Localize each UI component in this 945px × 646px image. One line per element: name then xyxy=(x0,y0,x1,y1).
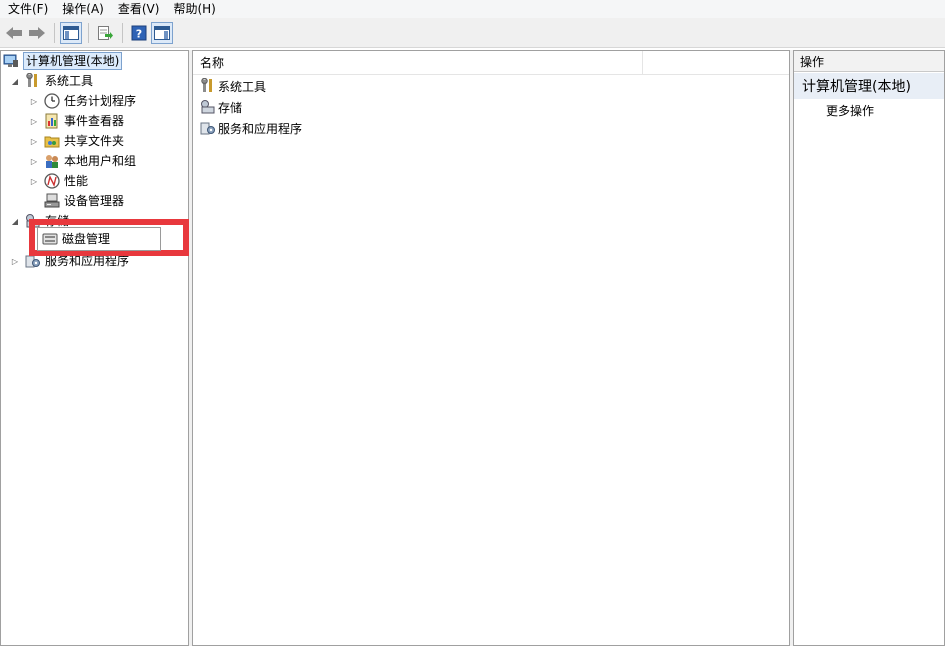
export-list-button[interactable] xyxy=(94,22,116,44)
collapse-arrow-icon[interactable]: ◢ xyxy=(9,215,21,227)
menu-bar: 文件(F) 操作(A) 查看(V) 帮助(H) xyxy=(0,0,945,18)
menu-view[interactable]: 查看(V) xyxy=(118,1,160,17)
menu-help[interactable]: 帮助(H) xyxy=(173,1,215,17)
show-hide-action-pane-button[interactable] xyxy=(151,21,173,44)
list-item-system-tools[interactable]: 系统工具 xyxy=(200,76,266,96)
shared-folder-icon xyxy=(44,133,60,149)
toolbar-separator xyxy=(54,22,55,43)
tree-item-system-tools[interactable]: ◢ 系统工具 xyxy=(9,71,93,91)
toolbar-separator xyxy=(122,22,123,43)
forward-arrow-icon xyxy=(29,26,45,39)
tools-icon xyxy=(25,73,41,89)
users-icon xyxy=(44,153,60,169)
console-tree-icon xyxy=(63,25,79,40)
expand-arrow-icon[interactable]: ▷ xyxy=(28,175,40,187)
device-manager-icon xyxy=(44,193,60,209)
toolbar-separator xyxy=(88,22,89,43)
help-icon: ? xyxy=(131,25,147,40)
list-item-services-apps[interactable]: 服务和应用程序 xyxy=(200,118,302,138)
computer-management-icon xyxy=(3,53,19,69)
event-viewer-icon xyxy=(44,113,60,129)
expand-arrow-icon[interactable]: ▷ xyxy=(28,155,40,167)
storage-icon xyxy=(200,99,216,115)
tree-label: 磁盘管理 xyxy=(62,232,111,246)
list-item-label: 服务和应用程序 xyxy=(218,121,303,136)
list-item-storage[interactable]: 存储 xyxy=(200,97,242,117)
services-icon xyxy=(200,120,216,136)
tree-label: 任务计划程序 xyxy=(64,94,137,108)
menu-file[interactable]: 文件(F) xyxy=(8,1,48,17)
tree-item-shared-folders[interactable]: ▷ 共享文件夹 xyxy=(28,131,124,151)
console-tree-pane: 计算机管理(本地) ◢ 系统工具 ▷ 任务计划程序 ▷ 事件查看器 ▷ 共享文件… xyxy=(0,50,189,646)
tree-item-disk-management[interactable]: 磁盘管理 xyxy=(42,229,110,249)
svg-text:?: ? xyxy=(136,27,142,40)
back-arrow-icon xyxy=(6,26,22,39)
results-pane: 名称 系统工具 存储 服务和应用程序 xyxy=(192,50,790,646)
tree-item-device-manager[interactable]: 设备管理器 xyxy=(44,191,124,211)
tree-item-event-viewer[interactable]: ▷ 事件查看器 xyxy=(28,111,124,131)
expand-arrow-icon[interactable]: ▷ xyxy=(28,115,40,127)
action-pane-header: 操作 xyxy=(794,51,944,72)
help-button[interactable]: ? xyxy=(128,22,150,44)
column-header-name[interactable]: 名称 xyxy=(193,51,643,74)
tree-label: 共享文件夹 xyxy=(64,134,125,148)
tree-label: 系统工具 xyxy=(45,74,94,88)
tree-root-label: 计算机管理(本地) xyxy=(23,52,123,70)
toolbar: ? xyxy=(0,18,945,48)
menu-action[interactable]: 操作(A) xyxy=(62,1,104,17)
column-header-label: 名称 xyxy=(200,56,225,70)
export-list-icon xyxy=(98,25,113,40)
collapse-arrow-icon[interactable]: ◢ xyxy=(9,75,21,87)
action-pane: 操作 计算机管理(本地) 更多操作 xyxy=(793,50,945,646)
tree-label: 设备管理器 xyxy=(64,194,125,208)
tree-item-task-scheduler[interactable]: ▷ 任务计划程序 xyxy=(28,91,136,111)
list-item-label: 存储 xyxy=(218,100,243,115)
column-header-row: 名称 xyxy=(193,51,789,75)
tree-item-root[interactable]: 计算机管理(本地) xyxy=(3,51,123,71)
tree-item-local-users[interactable]: ▷ 本地用户和组 xyxy=(28,151,136,171)
action-section-title[interactable]: 计算机管理(本地) xyxy=(794,73,944,99)
tree-label: 事件查看器 xyxy=(64,114,125,128)
tree-item-performance[interactable]: ▷ 性能 xyxy=(28,171,88,191)
back-button[interactable] xyxy=(3,22,25,44)
tree-label: 性能 xyxy=(64,174,89,188)
action-pane-icon xyxy=(154,25,170,40)
forward-button[interactable] xyxy=(26,22,48,44)
clock-icon xyxy=(44,93,60,109)
more-actions-link[interactable]: 更多操作 xyxy=(826,102,874,119)
list-item-label: 系统工具 xyxy=(218,79,267,94)
performance-icon xyxy=(44,173,60,189)
disk-management-icon xyxy=(42,231,58,247)
expand-arrow-icon[interactable]: ▷ xyxy=(9,255,21,267)
expand-arrow-icon[interactable]: ▷ xyxy=(28,135,40,147)
expand-arrow-icon[interactable]: ▷ xyxy=(28,95,40,107)
show-hide-console-tree-button[interactable] xyxy=(60,21,82,44)
tools-icon xyxy=(200,78,216,94)
tree-label: 本地用户和组 xyxy=(64,154,137,168)
